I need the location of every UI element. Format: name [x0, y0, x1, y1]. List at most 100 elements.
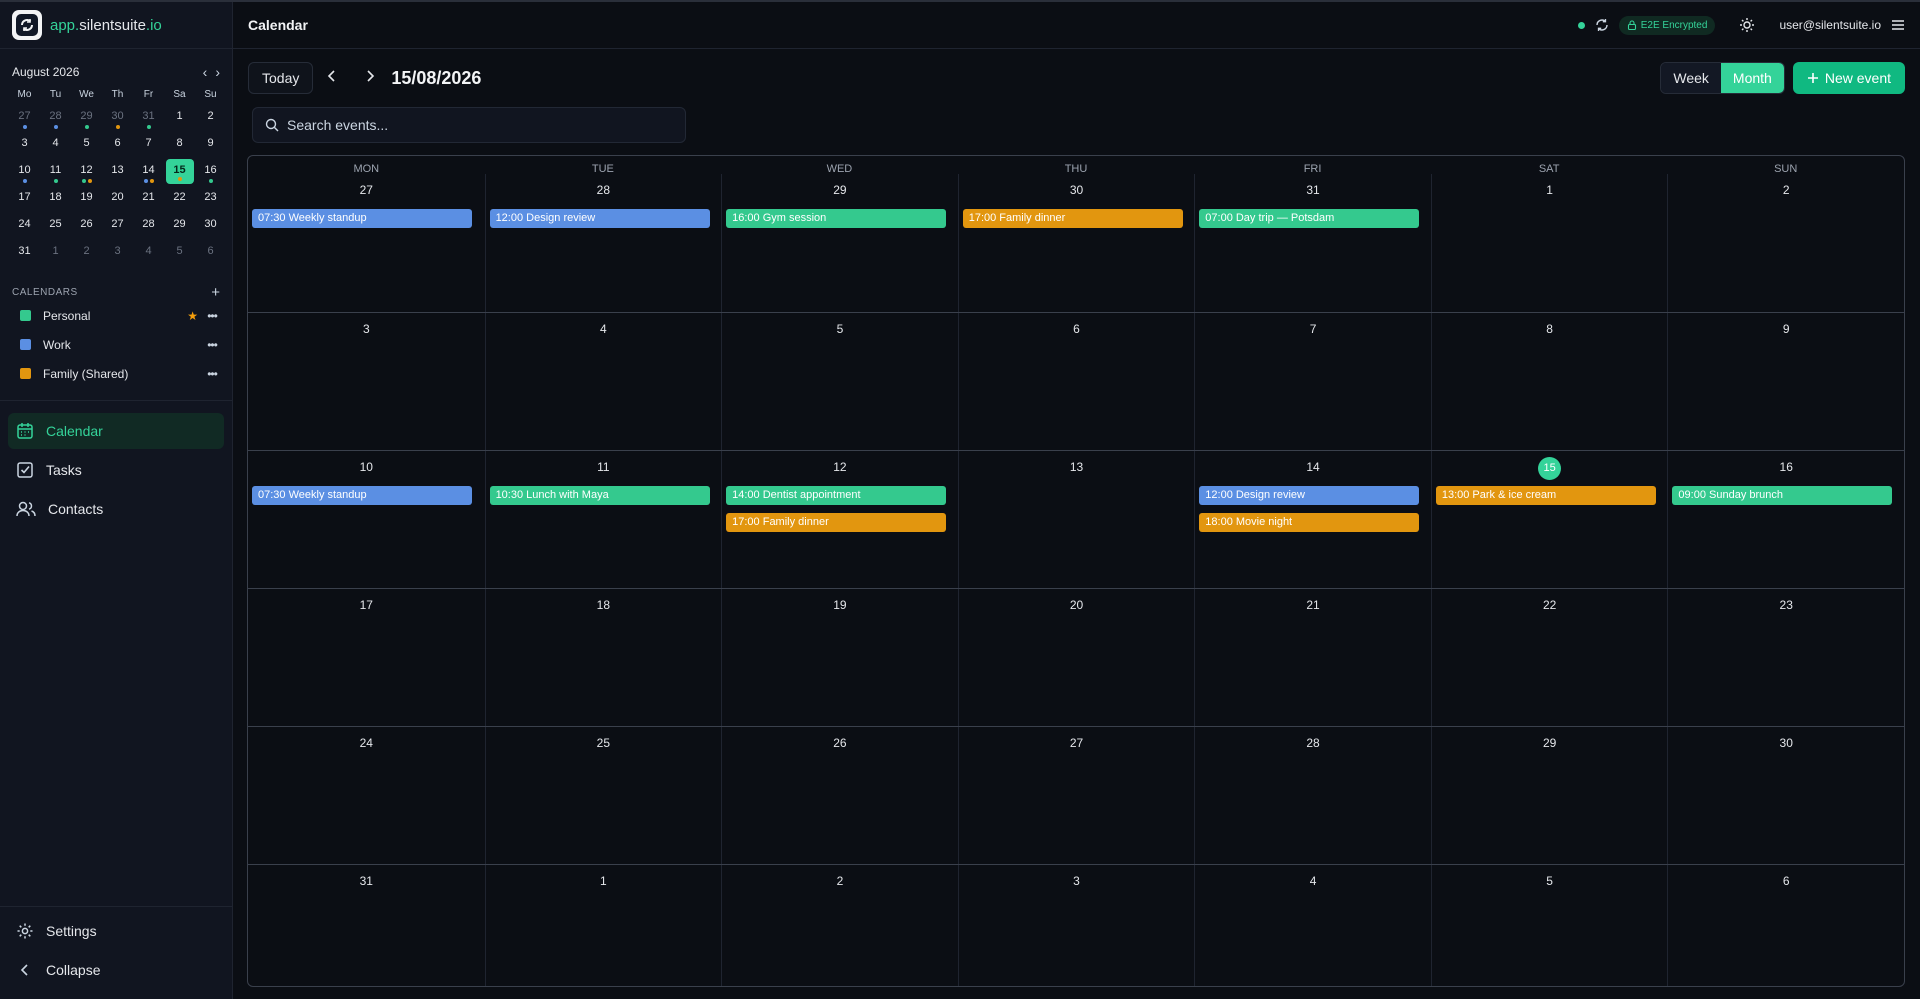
- event-chip[interactable]: 17:00 Family dinner: [963, 209, 1183, 228]
- day-cell[interactable]: 27: [958, 727, 1195, 864]
- mini-day[interactable]: 7: [133, 132, 164, 159]
- mini-day[interactable]: 30: [195, 213, 226, 240]
- day-cell[interactable]: 6: [958, 313, 1195, 450]
- mini-day-today[interactable]: 15: [166, 159, 194, 184]
- more-options-icon[interactable]: •••: [204, 338, 220, 352]
- mini-day[interactable]: 12: [71, 159, 102, 186]
- day-cell[interactable]: 3107:00 Day trip — Potsdam: [1194, 174, 1431, 312]
- collapse-sidebar-button[interactable]: Collapse: [8, 952, 224, 988]
- mini-day[interactable]: 2: [71, 240, 102, 267]
- mini-day[interactable]: 14: [133, 159, 164, 186]
- chevron-left-icon[interactable]: ‹: [203, 64, 208, 80]
- event-chip[interactable]: 09:00 Sunday brunch: [1672, 486, 1892, 505]
- mini-day[interactable]: 31: [133, 105, 164, 132]
- mini-day[interactable]: 23: [195, 186, 226, 213]
- mini-day[interactable]: 6: [102, 132, 133, 159]
- mini-day[interactable]: 3: [102, 240, 133, 267]
- sync-icon[interactable]: [1595, 18, 1609, 32]
- day-cell[interactable]: 2812:00 Design review: [485, 174, 722, 312]
- mini-day[interactable]: 31: [9, 240, 40, 267]
- more-options-icon[interactable]: •••: [204, 309, 220, 323]
- day-cell[interactable]: 1007:30 Weekly standup: [248, 451, 485, 588]
- search-input[interactable]: [287, 117, 667, 133]
- event-chip[interactable]: 13:00 Park & ice cream: [1436, 486, 1656, 505]
- day-cell[interactable]: 25: [485, 727, 722, 864]
- event-chip[interactable]: 10:30 Lunch with Maya: [490, 486, 710, 505]
- day-cell[interactable]: 2916:00 Gym session: [721, 174, 958, 312]
- mini-day[interactable]: 6: [195, 240, 226, 267]
- day-cell[interactable]: 24: [248, 727, 485, 864]
- mini-day[interactable]: 26: [71, 213, 102, 240]
- day-cell[interactable]: 19: [721, 589, 958, 726]
- week-view-button[interactable]: Week: [1661, 63, 1721, 93]
- mini-day[interactable]: 28: [40, 105, 71, 132]
- nav-item-calendar[interactable]: Calendar: [8, 413, 224, 449]
- mini-day[interactable]: 18: [40, 186, 71, 213]
- day-cell[interactable]: 4: [1194, 865, 1431, 987]
- mini-day[interactable]: 27: [9, 105, 40, 132]
- today-button[interactable]: Today: [248, 62, 313, 94]
- mini-day[interactable]: 29: [71, 105, 102, 132]
- day-cell[interactable]: 28: [1194, 727, 1431, 864]
- day-cell[interactable]: 23: [1667, 589, 1904, 726]
- day-cell[interactable]: 1412:00 Design review18:00 Movie night: [1194, 451, 1431, 588]
- day-cell[interactable]: 2: [1667, 174, 1904, 312]
- nav-item-tasks[interactable]: Tasks: [8, 452, 224, 488]
- calendar-color-swatch[interactable]: [20, 368, 31, 379]
- day-cell[interactable]: 13: [958, 451, 1195, 588]
- mini-day[interactable]: 5: [71, 132, 102, 159]
- mini-day[interactable]: 25: [40, 213, 71, 240]
- day-cell[interactable]: 3017:00 Family dinner: [958, 174, 1195, 312]
- chevron-left-icon[interactable]: [313, 69, 351, 88]
- day-cell[interactable]: 1: [485, 865, 722, 987]
- mini-day[interactable]: 22: [164, 186, 195, 213]
- more-options-icon[interactable]: •••: [204, 367, 220, 381]
- event-chip[interactable]: 14:00 Dentist appointment: [726, 486, 946, 505]
- mini-day[interactable]: 9: [195, 132, 226, 159]
- day-cell[interactable]: 2707:30 Weekly standup: [248, 174, 485, 312]
- day-cell[interactable]: 31: [248, 865, 485, 987]
- mini-day[interactable]: 13: [102, 159, 133, 186]
- calendar-item[interactable]: Family (Shared)•••: [12, 359, 220, 388]
- mini-day[interactable]: 11: [40, 159, 71, 186]
- mini-day[interactable]: 17: [9, 186, 40, 213]
- calendar-color-swatch[interactable]: [20, 310, 31, 321]
- calendar-item[interactable]: Work•••: [12, 330, 220, 359]
- calendar-color-swatch[interactable]: [20, 339, 31, 350]
- event-chip[interactable]: 07:30 Weekly standup: [252, 209, 472, 228]
- menu-icon[interactable]: [1891, 19, 1905, 31]
- event-chip[interactable]: 18:00 Movie night: [1199, 513, 1419, 532]
- day-cell[interactable]: 1214:00 Dentist appointment17:00 Family …: [721, 451, 958, 588]
- month-view-button[interactable]: Month: [1721, 63, 1784, 93]
- mini-day[interactable]: 1: [40, 240, 71, 267]
- mini-day[interactable]: 2: [195, 105, 226, 132]
- mini-day[interactable]: 28: [133, 213, 164, 240]
- calendar-item[interactable]: Personal★•••: [12, 301, 220, 330]
- day-cell[interactable]: 1513:00 Park & ice cream: [1431, 451, 1668, 588]
- add-calendar-button[interactable]: +: [211, 284, 220, 301]
- day-cell[interactable]: 5: [721, 313, 958, 450]
- mini-day[interactable]: 5: [164, 240, 195, 267]
- new-event-button[interactable]: New event: [1793, 62, 1905, 94]
- star-icon[interactable]: ★: [187, 309, 198, 323]
- mini-day[interactable]: 16: [195, 159, 226, 186]
- day-cell[interactable]: 9: [1667, 313, 1904, 450]
- day-cell[interactable]: 6: [1667, 865, 1904, 987]
- day-cell[interactable]: 7: [1194, 313, 1431, 450]
- day-cell[interactable]: 3: [958, 865, 1195, 987]
- day-cell[interactable]: 22: [1431, 589, 1668, 726]
- mini-day[interactable]: 20: [102, 186, 133, 213]
- day-cell[interactable]: 1110:30 Lunch with Maya: [485, 451, 722, 588]
- user-email[interactable]: user@silentsuite.io: [1779, 18, 1881, 32]
- event-chip[interactable]: 07:00 Day trip — Potsdam: [1199, 209, 1419, 228]
- mini-day[interactable]: 4: [133, 240, 164, 267]
- event-chip[interactable]: 07:30 Weekly standup: [252, 486, 472, 505]
- day-cell[interactable]: 5: [1431, 865, 1668, 987]
- day-cell[interactable]: 17: [248, 589, 485, 726]
- day-cell[interactable]: 8: [1431, 313, 1668, 450]
- day-cell[interactable]: 26: [721, 727, 958, 864]
- chevron-right-icon[interactable]: ›: [215, 64, 220, 80]
- day-cell[interactable]: 21: [1194, 589, 1431, 726]
- mini-day[interactable]: 8: [164, 132, 195, 159]
- event-chip[interactable]: 17:00 Family dinner: [726, 513, 946, 532]
